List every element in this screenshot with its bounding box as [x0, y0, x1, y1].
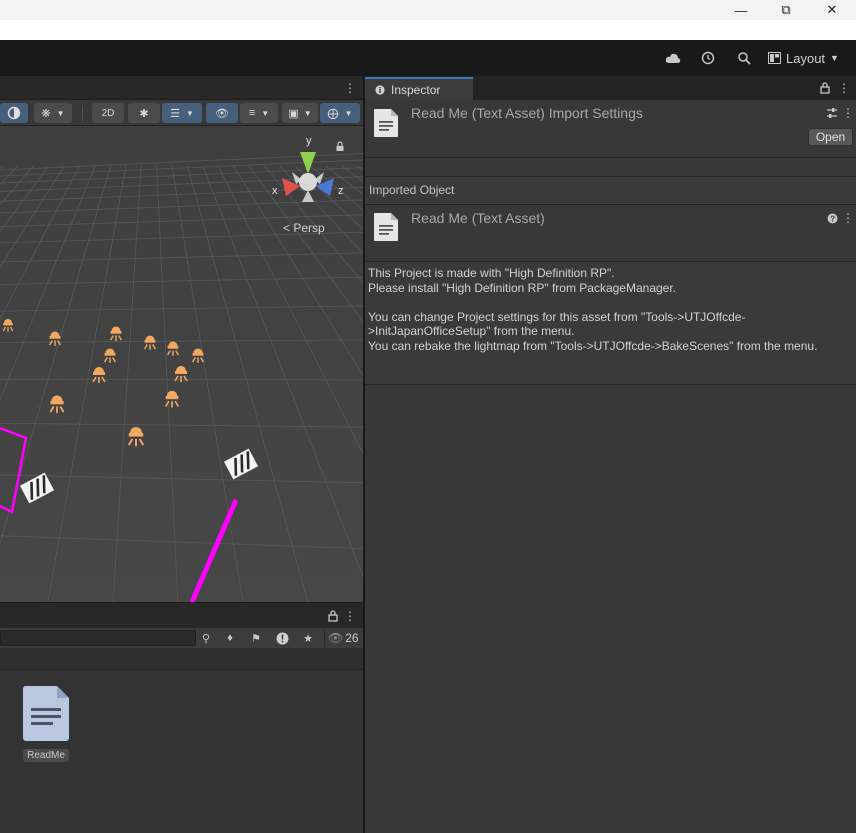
filter-by-type-icon[interactable]: ♦	[220, 630, 240, 646]
cloud-icon[interactable]	[663, 49, 683, 67]
scene-fx-button[interactable]: ☰ ▼	[162, 103, 202, 123]
scene-panel-header: ⋮	[0, 76, 364, 100]
asset-readme[interactable]: ReadMe	[20, 684, 72, 762]
help-icon[interactable]: ?	[826, 211, 838, 225]
tab-inspector-label: Inspector	[391, 82, 441, 97]
eye-slash-icon: 👁	[328, 631, 344, 645]
gizmo-center[interactable]	[299, 173, 317, 191]
history-icon[interactable]	[698, 49, 718, 67]
gizmo-z-label: z	[338, 185, 344, 197]
project-breadcrumb	[0, 648, 364, 670]
imported-object-title: Read Me (Text Asset)	[411, 210, 545, 226]
eye-icon: 👁	[215, 107, 229, 120]
chevron-down-icon: ▼	[261, 108, 270, 118]
import-settings-title: Read Me (Text Asset) Import Settings	[411, 105, 643, 121]
divider	[365, 204, 856, 205]
chevron-down-icon: ▼	[56, 108, 65, 118]
shading-mode-button[interactable]	[0, 103, 28, 123]
gizmos-button[interactable]: ⨁ ▼	[320, 103, 360, 123]
imported-object-label: Imported Object	[369, 183, 455, 197]
window-titlebar: — ⧉ ✕	[0, 0, 856, 40]
2d-toggle-button[interactable]: 2D	[92, 103, 124, 123]
project-asset-grid: ReadMe	[0, 670, 364, 833]
camera-icon: ▣	[288, 107, 299, 120]
chevron-down-icon: ▼	[344, 108, 353, 118]
toolbar-divider	[324, 629, 325, 647]
text-asset-icon	[374, 109, 398, 137]
open-button[interactable]: Open	[808, 128, 853, 146]
scene-view-viewport[interactable]: y x z < Persp	[0, 126, 363, 602]
hidden-packages-toggle[interactable]: 👁 26	[328, 631, 359, 645]
project-toolbar: ⚲ ♦ ⚑ ★ 👁 26	[0, 628, 364, 648]
component-menu-icon[interactable]: ⋮	[842, 106, 854, 120]
gizmo-x-label: x	[272, 185, 278, 197]
chevron-down-icon: ▼	[303, 108, 312, 118]
stack-icon: ≡	[248, 107, 256, 119]
log-filter-icon[interactable]	[272, 630, 292, 646]
search-icon[interactable]	[734, 49, 754, 67]
minimize-icon[interactable]: —	[718, 0, 764, 20]
gizmo-y-label: y	[306, 135, 312, 147]
chevron-down-icon: ▼	[830, 53, 839, 63]
text-asset-icon	[22, 686, 69, 741]
perspective-label[interactable]: < Persp	[283, 221, 325, 235]
debug-draw-mode-button[interactable]: ❋ ▼	[34, 103, 72, 123]
layout-label: Layout	[786, 50, 826, 66]
panel-menu-icon[interactable]: ⋮	[343, 81, 357, 95]
info-icon	[375, 84, 385, 95]
2d-icon: 2D	[101, 107, 115, 119]
bug-icon: ❋	[41, 107, 51, 120]
visible-count: 26	[345, 631, 359, 645]
text-asset-icon	[374, 213, 398, 241]
scene-toolbar: ❋ ▼ 2D ✱ ☰ ▼ 👁 ≡ ▼ ▣ ▼ ⨁ ▼	[0, 100, 364, 126]
toolbar-divider	[82, 105, 83, 121]
inspector-body: Read Me (Text Asset) Import Settings ⋮ O…	[365, 100, 856, 833]
camera-settings-button[interactable]: ▣ ▼	[282, 103, 318, 123]
search-by-type-icon[interactable]: ⚲	[196, 630, 216, 646]
close-icon[interactable]: ✕	[809, 0, 855, 20]
gizmo-icon: ⨁	[327, 107, 339, 120]
component-menu-icon[interactable]: ⋮	[842, 211, 854, 225]
titlebar-strip	[0, 20, 856, 40]
panel-menu-icon[interactable]: ⋮	[343, 609, 357, 623]
presets-icon[interactable]	[825, 106, 839, 120]
lock-icon[interactable]	[818, 81, 832, 95]
layout-dropdown[interactable]: Layout ▼	[768, 49, 839, 67]
asset-label: ReadMe	[23, 749, 69, 762]
divider	[365, 157, 856, 158]
restore-icon[interactable]: ⧉	[763, 0, 809, 20]
layout-icon	[768, 52, 781, 64]
chevron-down-icon: ▼	[185, 108, 194, 118]
tab-inspector[interactable]: Inspector	[365, 77, 473, 100]
project-search-input[interactable]	[0, 630, 196, 646]
layers-dropdown[interactable]: ≡ ▼	[240, 103, 278, 123]
inspector-tabbar: Inspector ⋮	[365, 76, 856, 100]
main-toolbar: Layout ▼	[0, 40, 856, 76]
panel-menu-icon[interactable]: ⋮	[837, 81, 851, 95]
lighting-toggle-button[interactable]: ✱	[128, 103, 160, 123]
svg-text:?: ?	[830, 214, 835, 223]
filter-by-label-icon[interactable]: ⚑	[246, 630, 266, 646]
light-icon: ✱	[139, 107, 149, 120]
lock-icon[interactable]	[326, 609, 340, 623]
unity-editor-window: — ⧉ ✕ Layout ▼ ⋮ ❋ ▼ 2D ✱ ☰ ▼ 👁 ≡ ▼ ▣ ▼ …	[0, 0, 856, 833]
favorite-star-icon[interactable]: ★	[298, 630, 318, 646]
layers-icon: ☰	[170, 107, 180, 120]
readme-text-content: This Project is made with "High Definiti…	[365, 261, 856, 385]
project-panel-header: ⋮	[0, 602, 364, 628]
scene-visibility-button[interactable]: 👁	[206, 103, 238, 123]
